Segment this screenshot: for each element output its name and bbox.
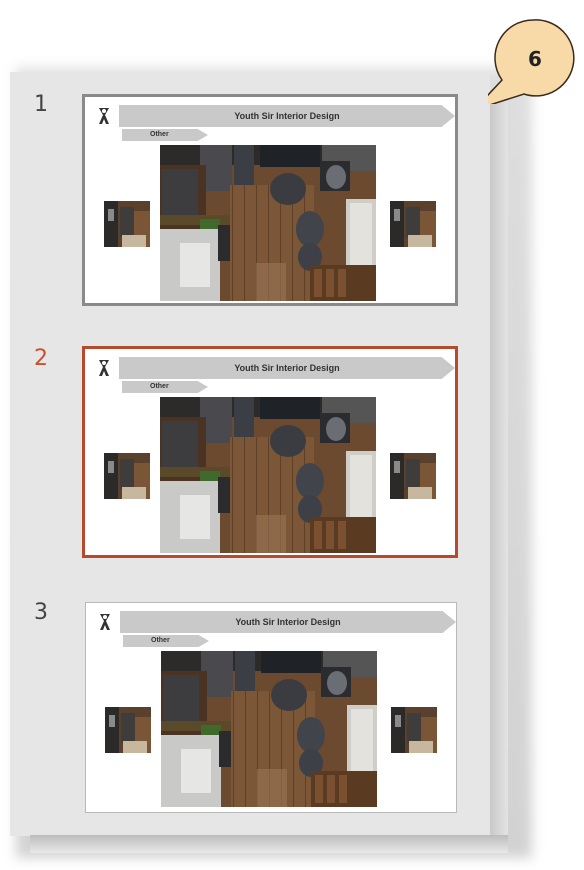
step-callout-badge: 6: [488, 19, 575, 104]
room-thumbnail-left: [104, 201, 150, 247]
room-top-view-image: [160, 145, 376, 301]
room-thumbnail-right: [390, 453, 436, 499]
room-thumbnail-left: [105, 707, 151, 753]
pane-bottom-edge: [30, 835, 508, 853]
slide-tag: Other: [123, 635, 209, 647]
slide-title: Youth Sir Interior Design: [119, 105, 455, 127]
slide-tag: Other: [122, 381, 208, 393]
slide-thumbnail-3[interactable]: Youth Sir Interior Design Other: [85, 602, 457, 813]
room-thumbnail-left: [104, 453, 150, 499]
ribbon-logo-icon: [97, 359, 111, 377]
room-top-view-image: [160, 397, 376, 553]
ribbon-logo-icon: [98, 613, 112, 631]
pane-edge: [490, 90, 508, 835]
callout-label: 6: [528, 47, 542, 71]
room-thumbnail-right: [391, 707, 437, 753]
ribbon-logo-icon: [97, 107, 111, 125]
slide-title: Youth Sir Interior Design: [119, 357, 455, 379]
room-top-view-image: [161, 651, 377, 807]
slide-tag: Other: [122, 129, 208, 141]
room-thumbnail-right: [390, 201, 436, 247]
slide-number-3: 3: [34, 600, 48, 625]
slide-number-2: 2: [34, 346, 48, 371]
slide-title: Youth Sir Interior Design: [120, 611, 456, 633]
slide-number-1: 1: [34, 92, 48, 117]
slide-thumbnail-1[interactable]: Youth Sir Interior Design Other: [82, 94, 458, 306]
slide-thumbnail-2[interactable]: Youth Sir Interior Design Other: [82, 346, 458, 558]
